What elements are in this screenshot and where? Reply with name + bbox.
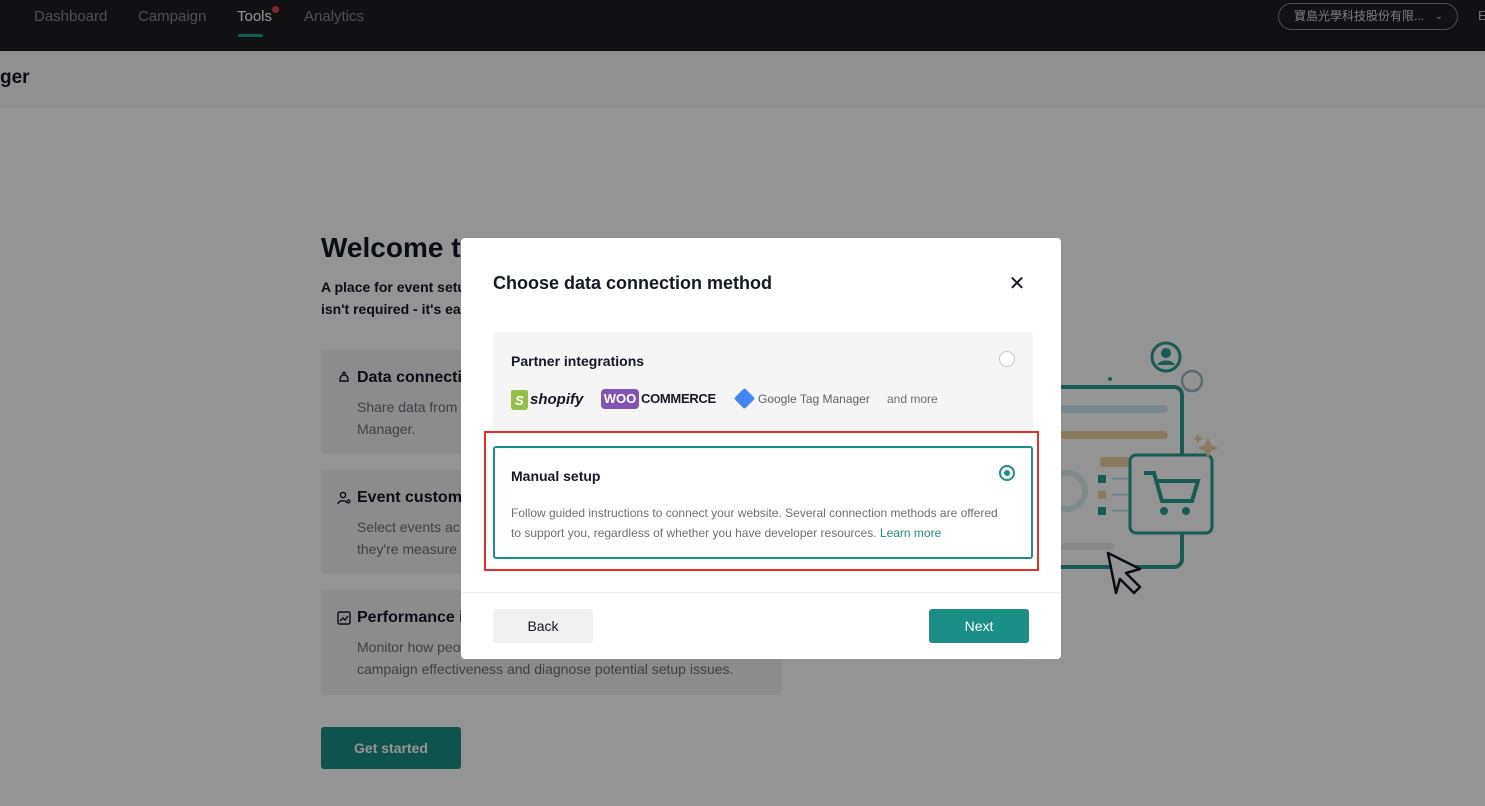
highlight-annotation bbox=[484, 431, 1039, 571]
shopify-wordmark: shopify bbox=[530, 391, 584, 408]
next-button[interactable]: Next bbox=[929, 609, 1029, 643]
back-button[interactable]: Back bbox=[493, 609, 593, 643]
shopify-bag-icon: S bbox=[511, 390, 528, 410]
woo-badge: WOO bbox=[601, 389, 639, 409]
dialog-divider bbox=[461, 592, 1061, 593]
option-title: Partner integrations bbox=[511, 353, 645, 369]
woo-wordmark: COMMERCE bbox=[641, 391, 716, 406]
partner-logos: S shopify WOO COMMERCE Google Tag Manage… bbox=[511, 387, 1011, 412]
connection-method-dialog: Choose data connection method ✕ Partner … bbox=[461, 238, 1061, 659]
and-more-text: and more bbox=[887, 392, 938, 406]
close-icon[interactable]: ✕ bbox=[1005, 272, 1029, 296]
gtm-wordmark: Google Tag Manager bbox=[758, 392, 870, 406]
option-partner-integrations[interactable]: Partner integrations S shopify WOO COMME… bbox=[493, 332, 1033, 431]
dialog-title: Choose data connection method bbox=[493, 273, 773, 293]
partner-radio[interactable] bbox=[999, 351, 1015, 367]
gtm-diamond-icon bbox=[733, 387, 756, 410]
